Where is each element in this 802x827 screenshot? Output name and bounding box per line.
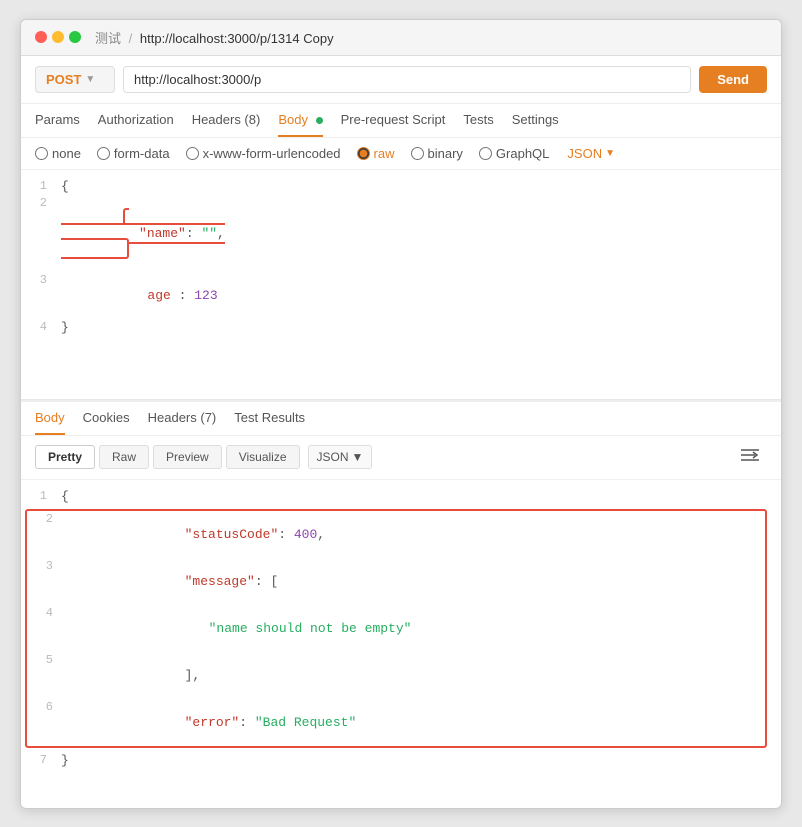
request-bar: POST ▼ Send (21, 56, 781, 104)
maximize-dot[interactable] (69, 31, 81, 43)
response-line-1: 1 { (21, 488, 781, 505)
response-format-selector[interactable]: JSON ▼ (308, 445, 373, 469)
option-binary[interactable]: binary (411, 146, 463, 161)
view-visualize[interactable]: Visualize (226, 445, 300, 469)
view-raw[interactable]: Raw (99, 445, 149, 469)
json-arrow-icon: ▼ (605, 148, 615, 159)
method-label: POST (46, 72, 81, 87)
breadcrumb: 测试 / http://localhost:3000/p/1314 Copy (95, 28, 334, 47)
tab-authorization[interactable]: Authorization (98, 104, 174, 137)
option-urlencoded[interactable]: x-www-form-urlencoded (186, 146, 341, 161)
response-highlighted-block: 2 "statusCode": 400, 3 "message": [ 4 "n… (25, 509, 767, 748)
response-line-5: 5 ], (27, 652, 765, 699)
tab-body[interactable]: Body (278, 104, 322, 137)
request-tabs: Params Authorization Headers (8) Body Pr… (21, 104, 781, 138)
wrap-lines-icon[interactable] (733, 444, 767, 471)
send-button[interactable]: Send (699, 66, 767, 93)
response-tab-headers[interactable]: Headers (7) (148, 402, 217, 435)
response-tab-body[interactable]: Body (35, 402, 65, 435)
json-format-selector[interactable]: JSON ▼ (567, 146, 615, 161)
body-options: none form-data x-www-form-urlencoded raw… (21, 138, 781, 170)
view-pretty[interactable]: Pretty (35, 445, 95, 469)
close-dot[interactable] (35, 31, 47, 43)
method-dropdown[interactable]: POST ▼ (35, 66, 115, 93)
tab-tests[interactable]: Tests (463, 104, 493, 137)
response-format-label: JSON (317, 450, 349, 464)
response-line-2: 2 "statusCode": 400, (27, 511, 765, 558)
method-arrow-icon: ▼ (85, 74, 95, 85)
response-line-4: 4 "name should not be empty" (27, 605, 765, 652)
window-controls (35, 31, 81, 43)
response-toolbar: Pretty Raw Preview Visualize JSON ▼ (21, 436, 781, 480)
response-line-6: 6 "error": "Bad Request" (27, 699, 765, 746)
response-tabs: Body Cookies Headers (7) Test Results (21, 402, 781, 436)
breadcrumb-prefix: 测试 (95, 31, 121, 46)
option-graphql[interactable]: GraphQL (479, 146, 549, 161)
url-input[interactable] (123, 66, 691, 93)
body-dot (316, 117, 323, 124)
option-none[interactable]: none (35, 146, 81, 161)
option-raw[interactable]: raw (357, 146, 395, 161)
request-code-editor[interactable]: 1 { 2 "name": "", 3 age : 123 4 } (21, 170, 781, 400)
tab-params[interactable]: Params (35, 104, 80, 137)
option-form-data[interactable]: form-data (97, 146, 170, 161)
view-preview[interactable]: Preview (153, 445, 222, 469)
minimize-dot[interactable] (52, 31, 64, 43)
tab-prerequest[interactable]: Pre-request Script (341, 104, 446, 137)
json-format-label: JSON (567, 146, 602, 161)
tab-settings[interactable]: Settings (512, 104, 559, 137)
code-line-3: 3 age : 123 (21, 272, 781, 319)
breadcrumb-path: http://localhost:3000/p/1314 Copy (140, 31, 334, 46)
breadcrumb-sep: / (129, 31, 133, 46)
response-tab-test-results[interactable]: Test Results (234, 402, 305, 435)
app-window: 测试 / http://localhost:3000/p/1314 Copy P… (20, 19, 782, 809)
code-line-4: 4 } (21, 319, 781, 336)
response-line-7: 7 } (21, 752, 781, 769)
response-code-viewer: 1 { 2 "statusCode": 400, 3 "message": [ (21, 480, 781, 777)
response-line-3: 3 "message": [ (27, 558, 765, 605)
response-format-arrow-icon: ▼ (352, 450, 364, 464)
tab-headers[interactable]: Headers (8) (192, 104, 261, 137)
code-line-2: 2 "name": "", (21, 195, 781, 272)
response-tab-cookies[interactable]: Cookies (83, 402, 130, 435)
code-line-1: 1 { (21, 178, 781, 195)
response-section: Body Cookies Headers (7) Test Results Pr… (21, 400, 781, 777)
highlighted-code: "name": "", (61, 208, 225, 259)
title-bar: 测试 / http://localhost:3000/p/1314 Copy (21, 20, 781, 56)
